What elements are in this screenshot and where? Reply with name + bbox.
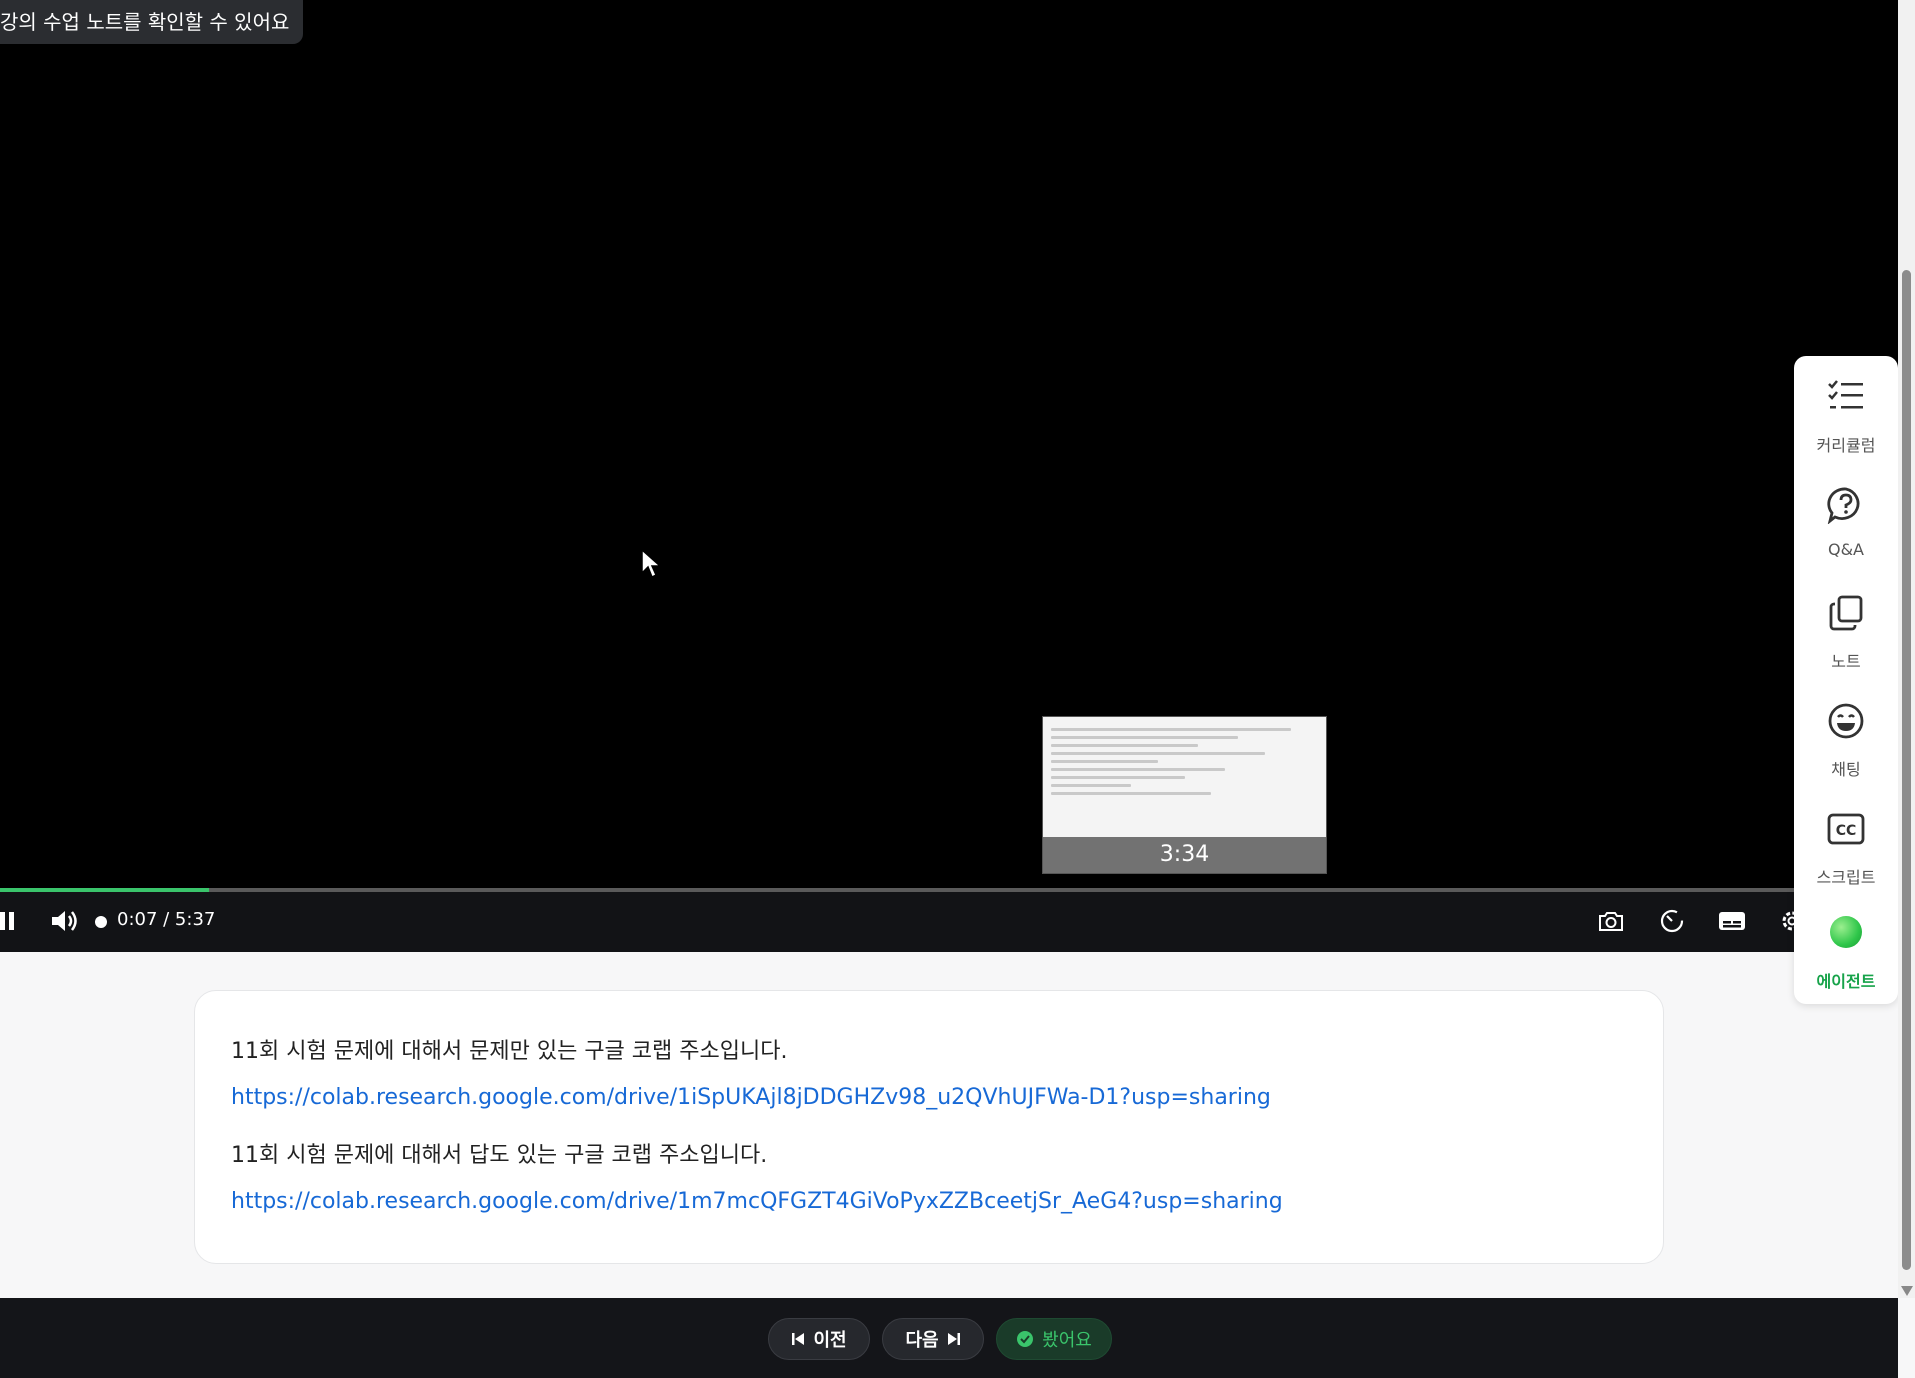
rail-agent[interactable]: 에이전트 — [1794, 902, 1898, 998]
check-circle-icon — [1017, 1331, 1034, 1347]
pause-icon — [0, 912, 14, 930]
colab-link-questions[interactable]: https://colab.research.google.com/drive/… — [231, 1085, 1271, 1110]
agent-icon — [1830, 916, 1862, 948]
rail-curriculum-label: 커리큘럼 — [1816, 436, 1876, 455]
rail-qna[interactable]: Q&A — [1794, 474, 1898, 570]
question-icon — [1827, 487, 1860, 524]
time-display: 0:07 / 5:37 — [117, 909, 216, 930]
prev-label: 이전 — [813, 1330, 847, 1351]
mouse-cursor-icon — [641, 549, 661, 579]
note-text-2: 11회 시험 문제에 대해서 답도 있는 구글 코랩 주소입니다. — [231, 1143, 768, 1168]
timer-icon — [1660, 909, 1684, 933]
page-scrollbar[interactable] — [1898, 0, 1915, 1298]
rail-note-label: 노트 — [1831, 652, 1861, 671]
rail-agent-label: 에이전트 — [1816, 972, 1876, 991]
skip-forward-icon — [947, 1333, 960, 1345]
notes-toast: 강의 수업 노트를 확인할 수 있어요 — [0, 0, 304, 44]
prev-button[interactable]: 이전 — [768, 1318, 870, 1360]
rail-curriculum[interactable]: 커리큘럼 — [1794, 366, 1898, 462]
scrollbar-thumb[interactable] — [1902, 270, 1911, 1270]
watched-label: 봤어요 — [1042, 1330, 1092, 1351]
rail-script-label: 스크립트 — [1816, 868, 1876, 887]
cc-icon: CC — [1827, 813, 1865, 845]
chat-icon — [1828, 703, 1864, 739]
rail-qna-label: Q&A — [1827, 540, 1864, 559]
skip-back-icon — [792, 1333, 805, 1345]
note-text-1: 11회 시험 문제에 대해서 문제만 있는 구글 코랩 주소입니다. — [231, 1039, 788, 1064]
subtitles-button[interactable] — [1716, 905, 1748, 937]
svg-text:CC: CC — [1836, 823, 1857, 839]
screenshot-button[interactable] — [1595, 905, 1627, 937]
preview-time: 3:34 — [1043, 837, 1326, 873]
scroll-down-arrow-icon[interactable] — [1901, 1286, 1913, 1296]
watched-button[interactable]: 봤어요 — [996, 1318, 1112, 1360]
rail-chat-label: 채팅 — [1831, 760, 1861, 779]
lecture-note-card: 11회 시험 문제에 대해서 문제만 있는 구글 코랩 주소입니다. https… — [194, 990, 1664, 1264]
pause-button[interactable] — [0, 905, 24, 937]
subtitles-icon — [1719, 912, 1745, 930]
rail-note[interactable]: 노트 — [1794, 582, 1898, 678]
video-player[interactable]: 강의 수업 노트를 확인할 수 있어요 3:34 0:07 / 5:37 — [0, 0, 1898, 952]
volume-knob[interactable] — [95, 916, 107, 928]
volume-icon — [52, 911, 77, 931]
volume-button[interactable] — [48, 905, 80, 937]
colab-link-answers[interactable]: https://colab.research.google.com/drive/… — [231, 1189, 1283, 1214]
seek-preview-thumbnail: 3:34 — [1042, 716, 1327, 874]
curriculum-icon — [1828, 380, 1863, 409]
player-controls: 0:07 / 5:37 — [0, 892, 1898, 952]
camera-icon — [1599, 912, 1623, 931]
next-label: 다음 — [905, 1330, 939, 1351]
rail-chat[interactable]: 채팅 — [1794, 690, 1898, 786]
rail-script[interactable]: CC 스크립트 — [1794, 798, 1898, 894]
speed-button[interactable] — [1656, 905, 1688, 937]
lesson-nav-bar: 이전 다음 봤어요 — [0, 1298, 1898, 1378]
side-rail: 커리큘럼 Q&A 노트 채팅 CC 스크립트 에이전트 — [1794, 356, 1898, 1004]
next-button[interactable]: 다음 — [882, 1318, 984, 1360]
note-icon — [1829, 595, 1863, 631]
